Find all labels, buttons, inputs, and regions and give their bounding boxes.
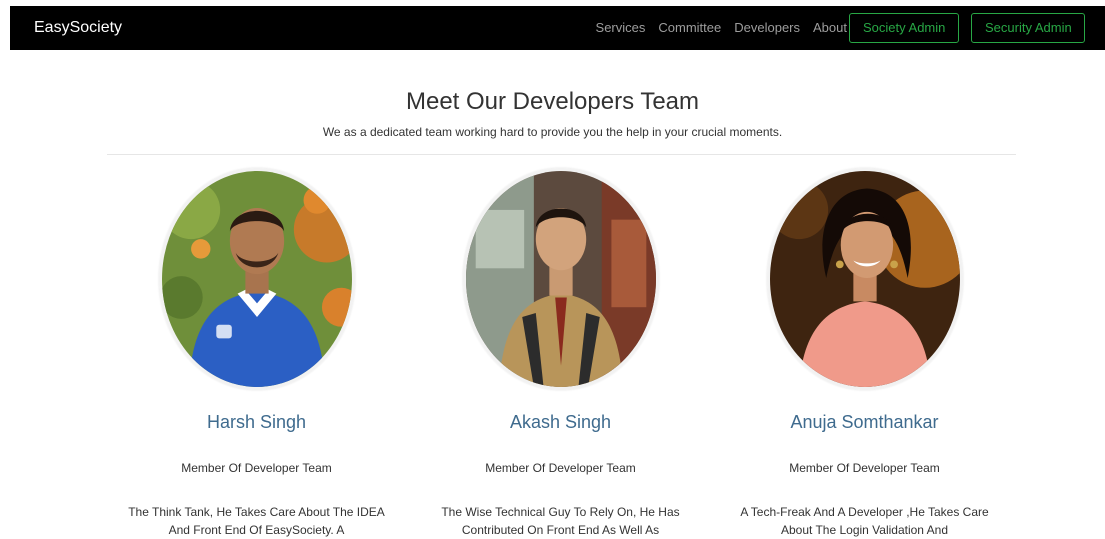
nav-link-about[interactable]: About <box>813 19 847 37</box>
avatar-photo <box>463 168 659 390</box>
team-card-akash-singh: Akash Singh Member Of Developer Team The… <box>409 168 712 537</box>
member-role: Member Of Developer Team <box>485 461 636 475</box>
avatar-photo-illustration <box>770 171 960 387</box>
team-card-harsh-singh: Harsh Singh Member Of Developer Team The… <box>105 168 408 537</box>
member-role: Member Of Developer Team <box>789 461 940 475</box>
page-title: Meet Our Developers Team <box>405 88 699 115</box>
section-divider <box>107 154 1016 155</box>
security-admin-button[interactable]: Security Admin <box>971 13 1085 43</box>
avatar-photo-illustration <box>162 171 352 387</box>
member-name: Anuja Somthankar <box>790 412 939 432</box>
team-card-anuja-somthankar: Anuja Somthankar Member Of Developer Tea… <box>713 168 1016 537</box>
member-description: The Think Tank, He Takes Care About The … <box>128 505 385 537</box>
navbar: EasySociety Services Committee Developer… <box>10 6 1105 50</box>
avatar-photo-illustration <box>466 171 656 387</box>
brand-logo-link[interactable]: EasySociety <box>34 18 122 38</box>
nav-link-developers[interactable]: Developers <box>734 19 800 37</box>
avatar-photo <box>159 168 355 390</box>
member-name: Harsh Singh <box>206 412 307 432</box>
nav-links: Services Committee Developers About <box>596 19 847 37</box>
member-name: Akash Singh <box>509 412 612 432</box>
member-description: The Wise Technical Guy To Rely On, He Ha… <box>441 505 680 537</box>
member-description: A Tech-Freak And A Developer ,He Takes C… <box>740 505 989 537</box>
nav-link-services[interactable]: Services <box>596 19 646 37</box>
nav-link-committee[interactable]: Committee <box>658 19 721 37</box>
avatar-photo <box>767 168 963 390</box>
member-role: Member Of Developer Team <box>181 461 332 475</box>
page-subtitle: We as a dedicated team working hard to p… <box>322 125 783 139</box>
society-admin-button[interactable]: Society Admin <box>849 13 959 43</box>
